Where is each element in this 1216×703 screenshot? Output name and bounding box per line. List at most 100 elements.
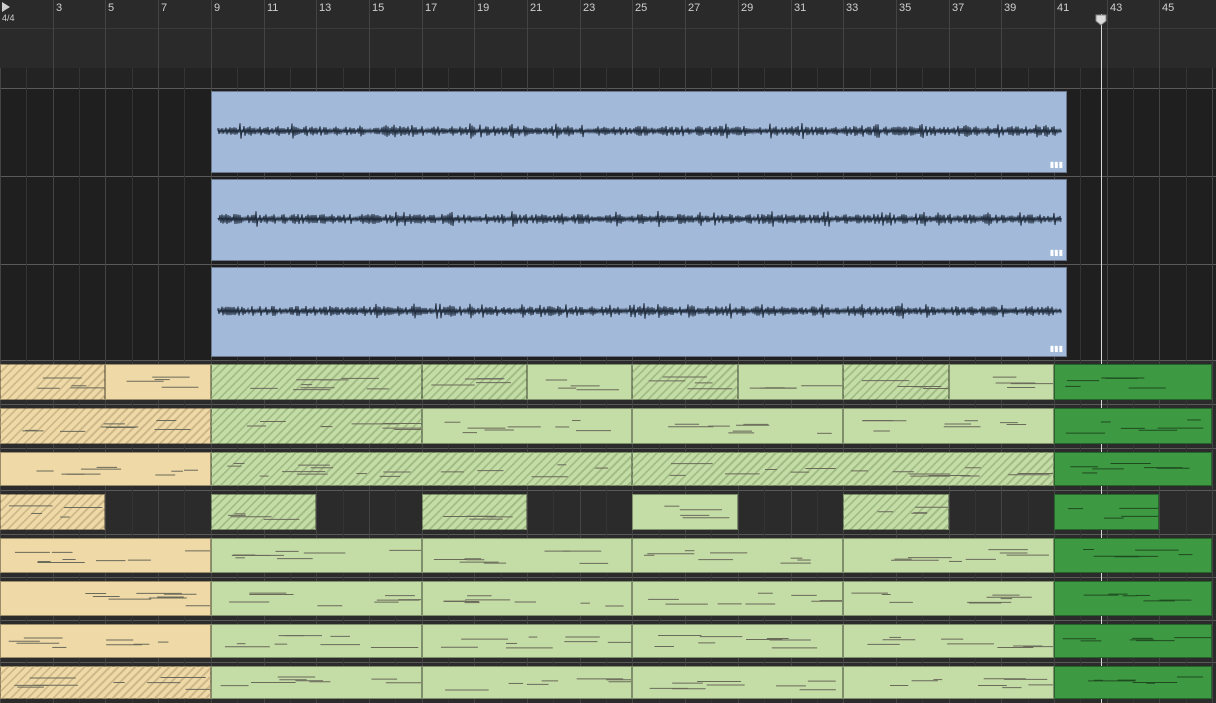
ruler-bar-number: 29	[741, 2, 754, 14]
midi-region[interactable]	[949, 364, 1054, 400]
midi-region[interactable]	[632, 624, 843, 658]
midi-region[interactable]	[422, 581, 632, 616]
midi-notes	[862, 419, 1027, 432]
ruler-bar-number: 41	[1057, 2, 1070, 14]
midi-region[interactable]	[738, 364, 843, 400]
loop-icon: ▮▮▮	[1049, 344, 1063, 353]
midi-region[interactable]	[843, 364, 949, 400]
midi-region[interactable]	[211, 364, 422, 400]
midi-notes	[126, 376, 199, 388]
midi-region[interactable]	[211, 581, 422, 616]
midi-notes	[444, 420, 611, 434]
midi-region[interactable]	[211, 408, 422, 444]
midi-region[interactable]	[0, 538, 211, 573]
midi-region[interactable]	[1054, 624, 1212, 658]
midi-region[interactable]	[422, 666, 632, 699]
midi-region[interactable]	[0, 494, 105, 530]
midi-region[interactable]	[422, 408, 632, 444]
midi-notes	[431, 378, 511, 386]
midi-notes	[37, 377, 104, 389]
midi-region[interactable]	[0, 364, 105, 400]
midi-notes	[861, 380, 948, 389]
midi-notes	[443, 515, 513, 520]
midi-region[interactable]	[422, 494, 527, 530]
midi-notes	[231, 549, 421, 560]
midi-notes	[246, 421, 421, 431]
midi-region[interactable]	[0, 408, 211, 444]
midi-notes	[1068, 507, 1158, 519]
audio-region[interactable]: ▮▮▮	[211, 179, 1067, 261]
ruler-bar-number: 37	[952, 2, 965, 14]
midi-region[interactable]	[0, 452, 211, 486]
midi-region[interactable]	[211, 494, 316, 530]
midi-notes	[229, 592, 421, 607]
ruler-tick	[53, 0, 54, 68]
midi-region[interactable]	[422, 624, 632, 658]
midi-region[interactable]	[843, 538, 1054, 573]
midi-region[interactable]	[843, 624, 1054, 658]
midi-notes	[890, 549, 1049, 562]
midi-notes	[648, 592, 842, 605]
audio-region[interactable]: ▮▮▮	[211, 267, 1067, 357]
loop-icon: ▮▮▮	[1049, 248, 1063, 257]
midi-region[interactable]	[632, 364, 738, 400]
midi-region[interactable]	[211, 666, 422, 699]
midi-region[interactable]	[1054, 581, 1212, 616]
ruler-tick	[105, 0, 106, 68]
loop-icon: ▮▮▮	[1049, 160, 1063, 169]
ruler-divider	[0, 28, 1216, 29]
midi-notes	[1083, 549, 1193, 558]
midi-region[interactable]	[1054, 364, 1212, 400]
timeline-ruler[interactable]: 4/4 3 5 7 9 11 13 15 17 19 21 23 25 27 29 31 33 35 37 39 41…	[0, 0, 1216, 68]
midi-region[interactable]	[422, 364, 527, 400]
ruler-bar-number: 43	[1110, 2, 1123, 14]
ruler-tick	[580, 0, 581, 68]
ruler-bar-number: 3	[56, 2, 63, 14]
midi-region[interactable]	[632, 666, 843, 699]
midi-region[interactable]	[632, 408, 843, 444]
midi-region[interactable]	[843, 581, 1054, 616]
midi-region[interactable]	[843, 494, 949, 530]
ruler-bar-number: 7	[161, 2, 168, 14]
midi-region[interactable]	[422, 538, 632, 573]
midi-region[interactable]	[0, 624, 211, 658]
audio-region[interactable]: ▮▮▮	[211, 91, 1067, 173]
waveform	[217, 123, 1062, 139]
midi-region[interactable]	[211, 452, 632, 486]
midi-notes	[877, 506, 948, 514]
ruler-bar-number: 35	[899, 2, 912, 14]
ruler-bar-number: 5	[108, 2, 115, 14]
ruler-tick	[1001, 0, 1002, 68]
midi-region[interactable]	[843, 408, 1054, 444]
midi-notes	[668, 423, 832, 434]
midi-region[interactable]	[527, 364, 632, 400]
midi-region[interactable]	[632, 538, 843, 573]
midi-region[interactable]	[843, 666, 1054, 699]
midi-region[interactable]	[105, 364, 211, 400]
midi-notes	[1062, 637, 1211, 642]
midi-region[interactable]	[0, 581, 211, 616]
midi-region[interactable]	[1054, 538, 1212, 573]
ruler-tick	[158, 0, 159, 68]
midi-track-4-lane[interactable]	[0, 490, 1216, 534]
ruler-tick	[1054, 0, 1055, 68]
playhead-handle-icon[interactable]	[1095, 14, 1107, 26]
midi-region[interactable]	[211, 538, 422, 573]
midi-notes	[1070, 463, 1190, 474]
midi-region[interactable]	[1054, 494, 1159, 530]
midi-region[interactable]	[632, 494, 738, 530]
midi-notes	[648, 376, 733, 390]
ruler-tick	[211, 0, 212, 68]
midi-region[interactable]	[1054, 408, 1212, 444]
midi-region[interactable]	[632, 452, 1054, 486]
midi-notes	[433, 550, 609, 564]
waveform	[217, 303, 1062, 319]
midi-region[interactable]	[0, 666, 211, 699]
midi-region[interactable]	[211, 624, 422, 658]
ruler-bar-number: 27	[688, 2, 701, 14]
midi-region[interactable]	[632, 581, 843, 616]
play-start-icon[interactable]	[2, 2, 10, 12]
midi-region[interactable]	[1054, 666, 1212, 699]
midi-region[interactable]	[1054, 452, 1212, 486]
midi-notes	[649, 680, 836, 691]
